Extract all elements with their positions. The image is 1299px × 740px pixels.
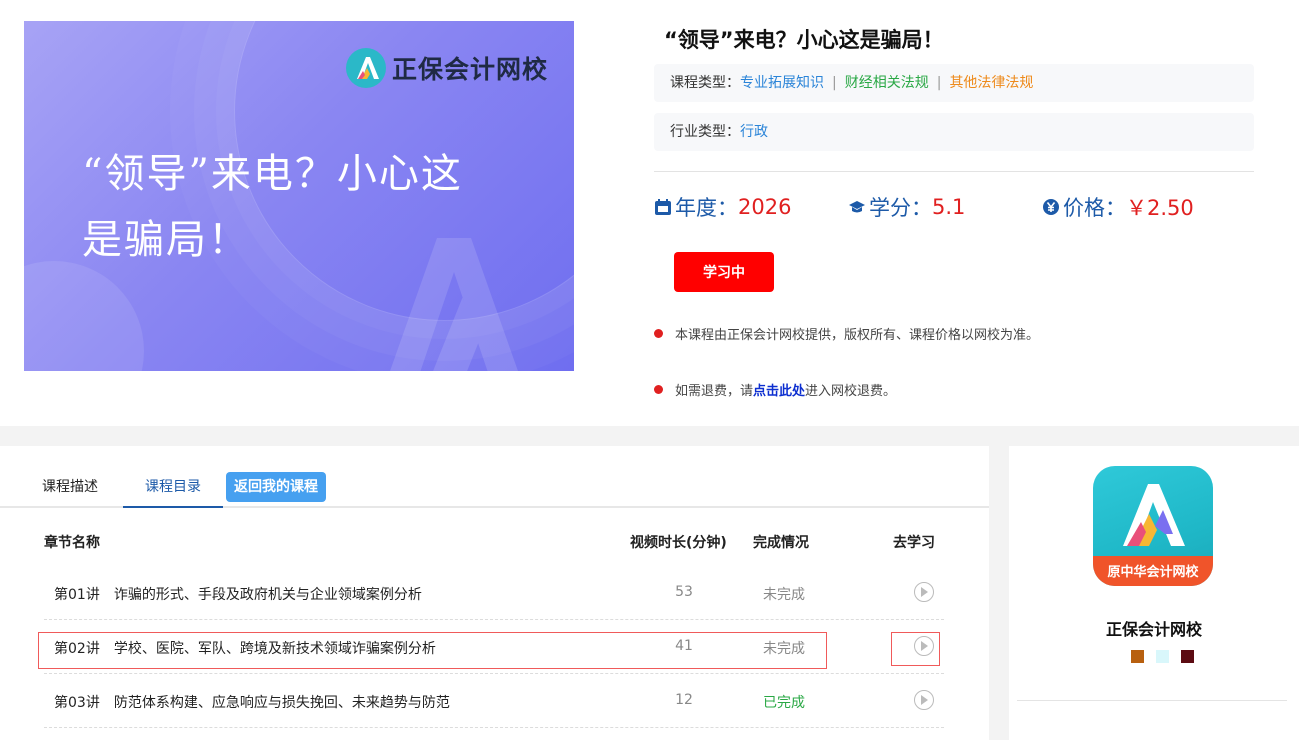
chapter-duration: 41 [675,638,693,654]
chapter-number: 第03讲 [54,695,100,711]
chapter-name[interactable]: 第01讲 诈骗的形式、手段及政府机关与企业领域案例分析 [54,584,422,604]
refund-note-prefix: 如需退费，请 [675,384,754,399]
credit-stat: 学分： 5.1 [848,192,965,222]
studying-button[interactable]: 学习中 [674,252,774,292]
school-app-icon: 原中华会计网校 [1093,466,1213,586]
price-label: 价格： [1063,196,1126,220]
header-completion: 完成情况 [753,535,809,551]
header-video-duration: 视频时长(分钟) [630,535,727,551]
app-icon-stripe-text: 原中华会计网校 [1107,565,1199,580]
yen-coin-icon [1043,199,1059,215]
credit-value: 5.1 [932,195,966,219]
price-value: ￥2.50 [1126,196,1194,220]
chapter-duration: 12 [675,692,693,708]
back-to-my-courses-button[interactable]: 返回我的课程 [226,472,326,502]
course-content-panel: 课程描述 课程目录 返回我的课程 章节名称 视频时长(分钟) 完成情况 去学习 … [0,446,989,740]
chapter-status: 未完成 [763,641,805,657]
course-type-row: 课程类型：专业拓展知识 | 财经相关法规 | 其他法律法规 [654,64,1254,102]
credit-label: 学分： [869,196,932,220]
year-value: 2026 [738,195,792,219]
copyright-note-text: 本课程由正保会计网校提供，版权所有、课程价格以网校为准。 [675,328,1040,343]
course-type-label: 课程类型： [670,75,740,91]
banner-brand-name: 正保会计网校 [392,55,549,84]
brand-logo-icon [346,48,386,88]
play-icon[interactable] [914,582,934,602]
color-swatch [1156,650,1169,663]
color-swatches [1131,650,1194,663]
course-banner: 正保会计网校 “领导”来电？小心这是骗局！ [24,21,574,371]
chapter-title: 防范体系构建、应急响应与损失挽回、未来趋势与防范 [113,695,450,711]
table-row: 第03讲 防范体系构建、应急响应与损失挽回、未来趋势与防范 12 已完成 [44,674,944,728]
school-name: 正保会计网校 [1105,620,1202,639]
color-swatch [1181,650,1194,663]
chapter-title: 诈骗的形式、手段及政府机关与企业领域案例分析 [113,587,422,603]
type-separator: | [832,75,837,91]
school-side-panel: 原中华会计网校 正保会计网校 [1009,446,1299,740]
course-type-tag[interactable]: 财经相关法规 [845,75,929,91]
calendar-icon [655,199,671,215]
chapter-number: 第02讲 [54,641,100,657]
chapter-status: 未完成 [763,587,805,603]
industry-type-label: 行业类型： [670,124,740,140]
color-swatch [1131,650,1144,663]
price-stat: 价格： ￥2.50 [1042,192,1194,222]
side-divider [1017,700,1287,701]
year-stat: 年度： 2026 [654,192,791,222]
type-separator: | [936,75,942,91]
chapter-name[interactable]: 第03讲 防范体系构建、应急响应与损失挽回、未来趋势与防范 [54,692,450,712]
course-tabs: 课程描述 课程目录 返回我的课程 [0,446,989,508]
header-chapter-name: 章节名称 [44,535,100,551]
header-go-study: 去学习 [893,535,935,551]
play-icon[interactable] [914,636,934,656]
chapter-table: 章节名称 视频时长(分钟) 完成情况 去学习 第01讲 诈骗的形式、手段及政府机关… [44,516,944,728]
banner-title: “领导”来电？小心这是骗局！ [82,151,463,263]
table-row: 第02讲 学校、医院、军队、跨境及新技术领域诈骗案例分析 41 未完成 [44,620,944,674]
chapter-duration: 53 [675,584,693,600]
industry-type-row: 行业类型：行政 [654,113,1254,151]
bullet-dot-icon [654,329,663,338]
play-icon[interactable] [914,690,934,710]
industry-type-value[interactable]: 行政 [740,124,768,140]
chapter-name[interactable]: 第02讲 学校、医院、军队、跨境及新技术领域诈骗案例分析 [54,638,436,658]
course-type-tag[interactable]: 其他法律法规 [949,75,1033,91]
refund-link[interactable]: 点击此处 [753,380,805,399]
refund-note: 如需退费，请 点击此处 进入网校退费。 [654,380,896,399]
banner-brand: 正保会计网校 [346,48,548,88]
graduation-cap-icon [849,201,865,213]
course-title: “领导”来电？小心这是骗局！ [664,28,944,52]
chapter-number: 第01讲 [54,587,100,603]
chapter-status: 已完成 [763,695,805,711]
tab-course-catalog[interactable]: 课程目录 [123,472,223,508]
year-label: 年度： [675,196,738,220]
chapter-title: 学校、医院、军队、跨境及新技术领域诈骗案例分析 [113,641,436,657]
course-stats: 年度： 2026 学分： 5.1 价格： ￥2.50 [654,192,1254,226]
school-logo-icon [1123,484,1185,546]
info-divider [654,171,1254,172]
course-info: “领导”来电？小心这是骗局！ 课程类型：专业拓展知识 | 财经相关法规 | 其他法律法规… [654,24,1254,151]
refund-note-suffix: 进入网校退费。 [805,384,897,399]
course-type-tag[interactable]: 专业拓展知识 [740,75,824,91]
copyright-note: 本课程由正保会计网校提供，版权所有、课程价格以网校为准。 [654,324,1039,343]
banner-blob [24,261,144,371]
table-row: 第01讲 诈骗的形式、手段及政府机关与企业领域案例分析 53 未完成 [44,566,944,620]
tab-course-description[interactable]: 课程描述 [30,472,110,508]
table-header: 章节名称 视频时长(分钟) 完成情况 去学习 [44,516,944,566]
bullet-dot-icon [654,385,663,394]
